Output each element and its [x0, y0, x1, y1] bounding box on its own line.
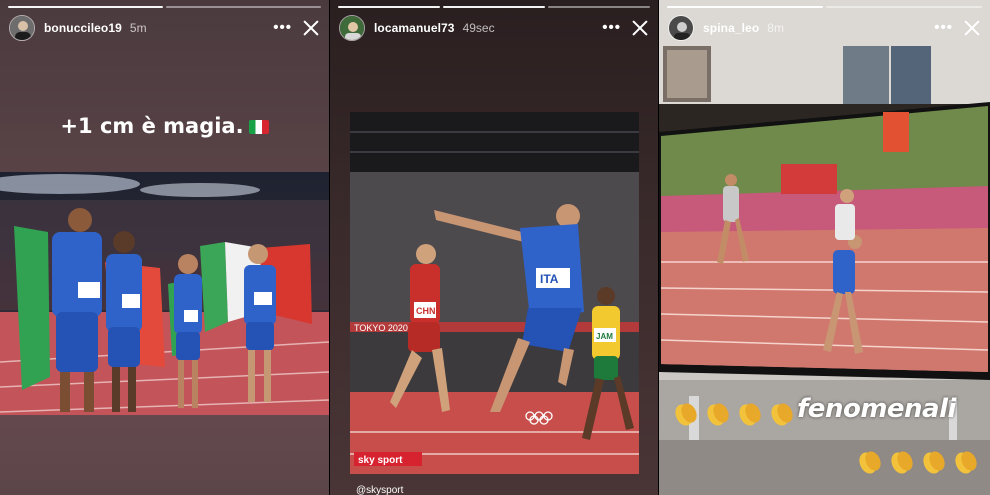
story-card-3[interactable]: spina_leo 8m ••• fenomenali [659, 0, 990, 495]
clapping-hands-icon [859, 451, 881, 474]
story-viewer: bonuccileo19 5m ••• +1 cm è magia. locam… [0, 0, 990, 495]
clapping-hands-icon [739, 403, 761, 426]
username[interactable]: spina_leo [703, 21, 759, 35]
close-icon[interactable] [963, 19, 981, 37]
clapping-hands-icon [707, 403, 729, 426]
story-progress [667, 6, 982, 8]
story-header: bonuccileo19 5m ••• [9, 14, 320, 42]
celebration-photo [0, 172, 329, 415]
clap-emoji-row-bottom [855, 446, 983, 476]
stadium-text: TOKYO 2020 [354, 323, 408, 333]
bib-ita: ITA [540, 272, 559, 286]
story-card-2[interactable]: locamanuel73 49sec ••• TOKYO 2020 CHN IT… [330, 0, 658, 495]
avatar[interactable] [668, 15, 694, 41]
timestamp: 5m [129, 21, 147, 35]
story-caption: +1 cm è magia. [0, 114, 329, 138]
italy-flag-icon [248, 120, 269, 134]
clapping-hands-icon [955, 451, 977, 474]
bib-jam: JAM [596, 332, 613, 341]
story-header: locamanuel73 49sec ••• [339, 14, 649, 42]
clapping-hands-icon [675, 403, 697, 426]
story-progress [8, 6, 321, 8]
avatar[interactable] [9, 15, 35, 41]
story-header: spina_leo 8m ••• [668, 14, 981, 42]
close-icon[interactable] [302, 19, 320, 37]
story-card-1[interactable]: bonuccileo19 5m ••• +1 cm è magia. [0, 0, 329, 495]
sky-sport-logo: sky sport [358, 455, 403, 466]
timestamp: 8m [767, 21, 784, 35]
race-finish-photo: TOKYO 2020 CHN ITA JAM sky sport [350, 112, 639, 474]
story-progress [338, 6, 650, 8]
bib-chn: CHN [416, 306, 436, 316]
clapping-hands-icon [923, 451, 945, 474]
clap-emoji-row-top [671, 398, 799, 428]
clapping-hands-icon [771, 403, 793, 426]
mention-handle[interactable]: @skysport [356, 485, 403, 495]
sticker-text: fenomenali [797, 394, 956, 424]
close-icon[interactable] [631, 19, 649, 37]
avatar[interactable] [339, 15, 365, 41]
timestamp: 49sec [462, 21, 495, 35]
more-dots-icon[interactable]: ••• [934, 20, 953, 35]
clapping-hands-icon [891, 451, 913, 474]
username[interactable]: bonuccileo19 [44, 21, 122, 35]
more-dots-icon[interactable]: ••• [602, 20, 621, 35]
username[interactable]: locamanuel73 [374, 21, 455, 35]
caption-text: +1 cm è magia. [60, 114, 244, 138]
more-dots-icon[interactable]: ••• [273, 20, 292, 35]
